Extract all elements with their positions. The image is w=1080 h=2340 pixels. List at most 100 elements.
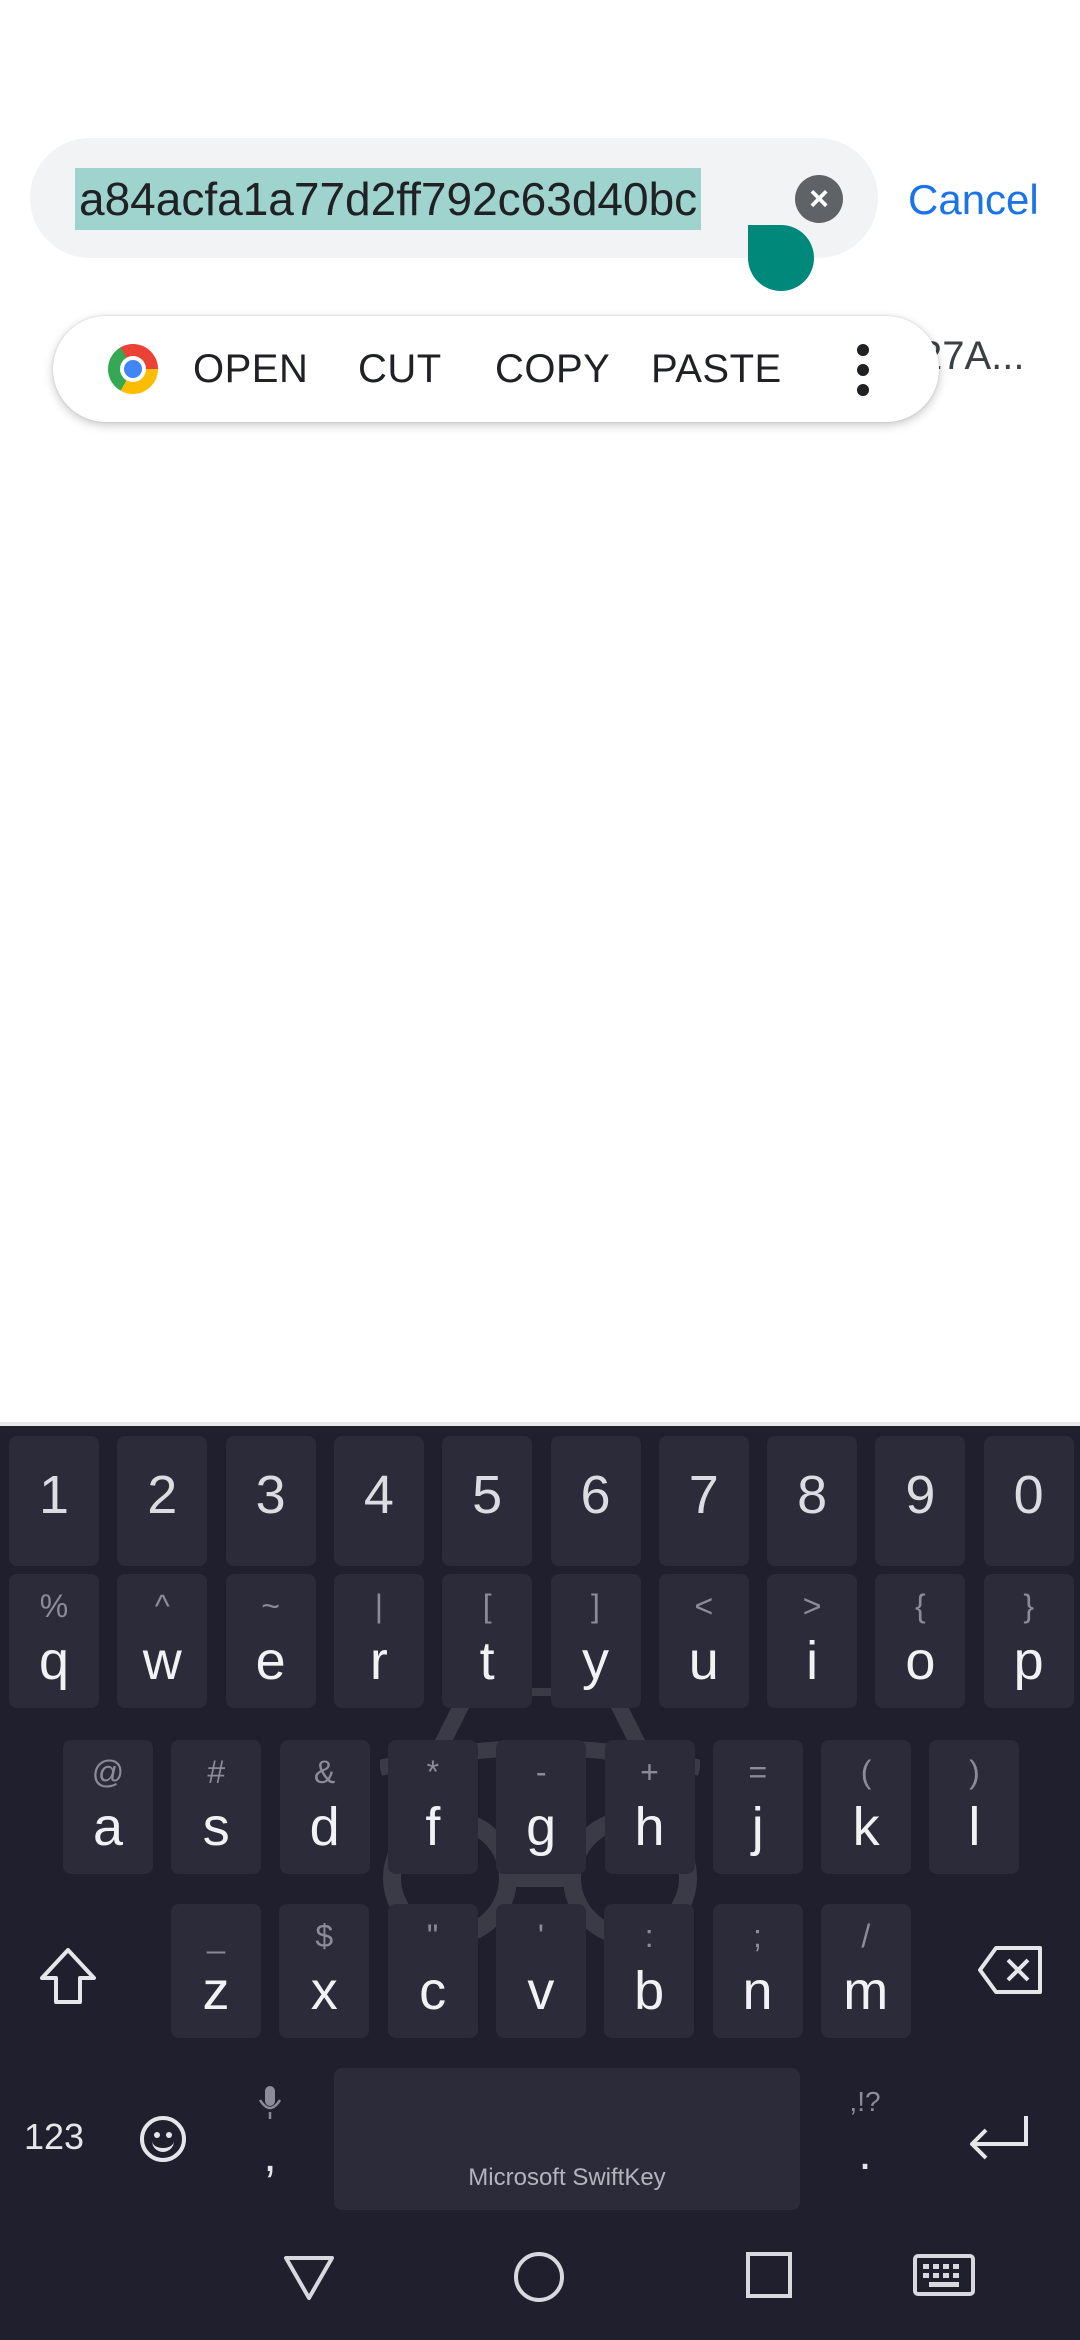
keyboard-switch-icon[interactable] (912, 2250, 976, 2300)
key-alt-label: ) (969, 1754, 980, 1790)
key-label: f (425, 1797, 441, 1857)
key-n[interactable]: ; n (712, 1904, 803, 2038)
key-t[interactable]: [t (442, 1574, 533, 1708)
key-k[interactable]: (k (821, 1740, 912, 1874)
key-label: 7 (688, 1465, 719, 1525)
key-d[interactable]: & d (279, 1740, 370, 1874)
space-bar[interactable]: Microsoft SwiftKey (334, 2068, 800, 2210)
key-l[interactable]: ) l (929, 1740, 1020, 1874)
key-9[interactable]: 9 (875, 1436, 966, 1566)
key-8[interactable]: 8 (767, 1436, 858, 1566)
key-z[interactable]: _ z (171, 1904, 261, 2038)
key-o[interactable]: {o (875, 1574, 966, 1708)
key-alt-label: / (861, 1918, 871, 1954)
key-6[interactable]: 6 (550, 1436, 641, 1566)
emoji-icon[interactable] (140, 2116, 186, 2162)
period-key[interactable]: ,!? . (830, 2086, 900, 2186)
key-1[interactable]: 1 (9, 1436, 99, 1566)
key-alt-label: ] (591, 1588, 600, 1624)
key-3[interactable]: 3 (225, 1436, 316, 1566)
key-j[interactable]: = j (712, 1740, 803, 1874)
key-alt-label: ( (860, 1754, 872, 1790)
key-label: c (419, 1961, 447, 2021)
key-x[interactable]: $ x (279, 1904, 370, 2038)
key-alt-label: ^ (154, 1588, 170, 1624)
key-w[interactable]: ^ w (117, 1574, 208, 1708)
key-4[interactable]: 4 (333, 1436, 424, 1566)
key-y[interactable]: ] y (550, 1574, 641, 1708)
key-label: 0 (1013, 1465, 1044, 1525)
key-7[interactable]: 7 (658, 1436, 749, 1566)
enter-icon[interactable] (966, 2112, 1032, 2164)
key-alt-label: $ (315, 1918, 334, 1954)
comma-label: , (263, 2129, 277, 2182)
key-label: n (742, 1961, 773, 2021)
recents-nav-icon[interactable] (744, 2250, 794, 2300)
keyboard: 123 , Microsoft SwiftKey ,!? . 123456789… (0, 1422, 1080, 2212)
key-q[interactable]: % q (9, 1574, 99, 1708)
key-s[interactable]: # s (171, 1740, 262, 1874)
key-h[interactable]: + h (604, 1740, 695, 1874)
key-label: y (582, 1631, 609, 1691)
key-label: 4 (363, 1465, 394, 1525)
paste-button[interactable]: PASTE (651, 316, 782, 422)
key-i[interactable]: > i (767, 1574, 858, 1708)
key-v[interactable]: ' v (495, 1904, 586, 2038)
key-label: 9 (905, 1465, 936, 1525)
key-label: a (92, 1797, 124, 1857)
open-button[interactable]: OPEN (193, 316, 308, 422)
key-label: w (142, 1631, 182, 1691)
key-label: m (843, 1961, 889, 2021)
search-input-selected-text[interactable]: a84acfa1a77d2ff792c63d40bc (75, 168, 702, 230)
copy-button[interactable]: COPY (495, 316, 610, 422)
key-label: u (688, 1631, 719, 1691)
key-alt-label: | (374, 1588, 384, 1624)
cancel-button[interactable]: Cancel (908, 176, 1039, 224)
chrome-icon[interactable] (108, 344, 158, 394)
key-alt-label: { (915, 1588, 926, 1624)
key-label: k (852, 1797, 880, 1857)
key-label: 5 (472, 1465, 503, 1525)
key-label: d (309, 1797, 340, 1857)
more-vertical-icon[interactable] (853, 344, 873, 396)
key-alt-label: ~ (261, 1588, 280, 1624)
key-5[interactable]: 5 (442, 1436, 533, 1566)
shift-icon[interactable] (36, 1944, 100, 2008)
key-u[interactable]: < u (658, 1574, 749, 1708)
key-label: t (479, 1631, 495, 1691)
backspace-icon[interactable] (976, 1944, 1044, 1996)
cut-button[interactable]: CUT (358, 316, 442, 422)
key-alt-label: [ (482, 1588, 492, 1624)
key-p[interactable]: } p (983, 1574, 1074, 1708)
back-nav-icon[interactable] (282, 2250, 336, 2304)
key-e[interactable]: ~ e (225, 1574, 316, 1708)
key-label: e (255, 1631, 286, 1691)
key-m[interactable]: / m (820, 1904, 911, 2038)
key-alt-label: ' (537, 1918, 544, 1954)
key-b[interactable]: :b (604, 1904, 695, 2038)
key-r[interactable]: | r (333, 1574, 424, 1708)
screen: a84acfa1a77d2ff792c63d40bc × Cancel 27A.… (0, 0, 1080, 2340)
key-a[interactable]: @ a (63, 1740, 153, 1874)
microphone-icon (258, 2086, 282, 2119)
key-alt-label: & (313, 1754, 336, 1790)
key-label: 6 (580, 1465, 611, 1525)
key-c[interactable]: " c (387, 1904, 478, 2038)
key-2[interactable]: 2 (117, 1436, 208, 1566)
key-label: 8 (797, 1465, 828, 1525)
clear-search-icon[interactable]: × (795, 175, 843, 223)
key-label: 2 (147, 1465, 178, 1525)
home-nav-icon[interactable] (512, 2250, 566, 2304)
period-label: . (858, 2127, 872, 2180)
key-label: z (202, 1961, 230, 2021)
key-f[interactable]: * f (387, 1740, 478, 1874)
key-label: b (634, 1961, 665, 2021)
key-alt-label: > (802, 1588, 822, 1624)
key-label: 1 (38, 1465, 70, 1525)
numbers-toggle-key[interactable]: 123 (18, 2116, 90, 2158)
comma-key[interactable]: , (240, 2086, 300, 2186)
key-alt-label: ; (753, 1918, 762, 1954)
selection-handle[interactable] (748, 225, 814, 291)
key-g[interactable]: -g (496, 1740, 587, 1874)
key-0[interactable]: 0 (983, 1436, 1074, 1566)
